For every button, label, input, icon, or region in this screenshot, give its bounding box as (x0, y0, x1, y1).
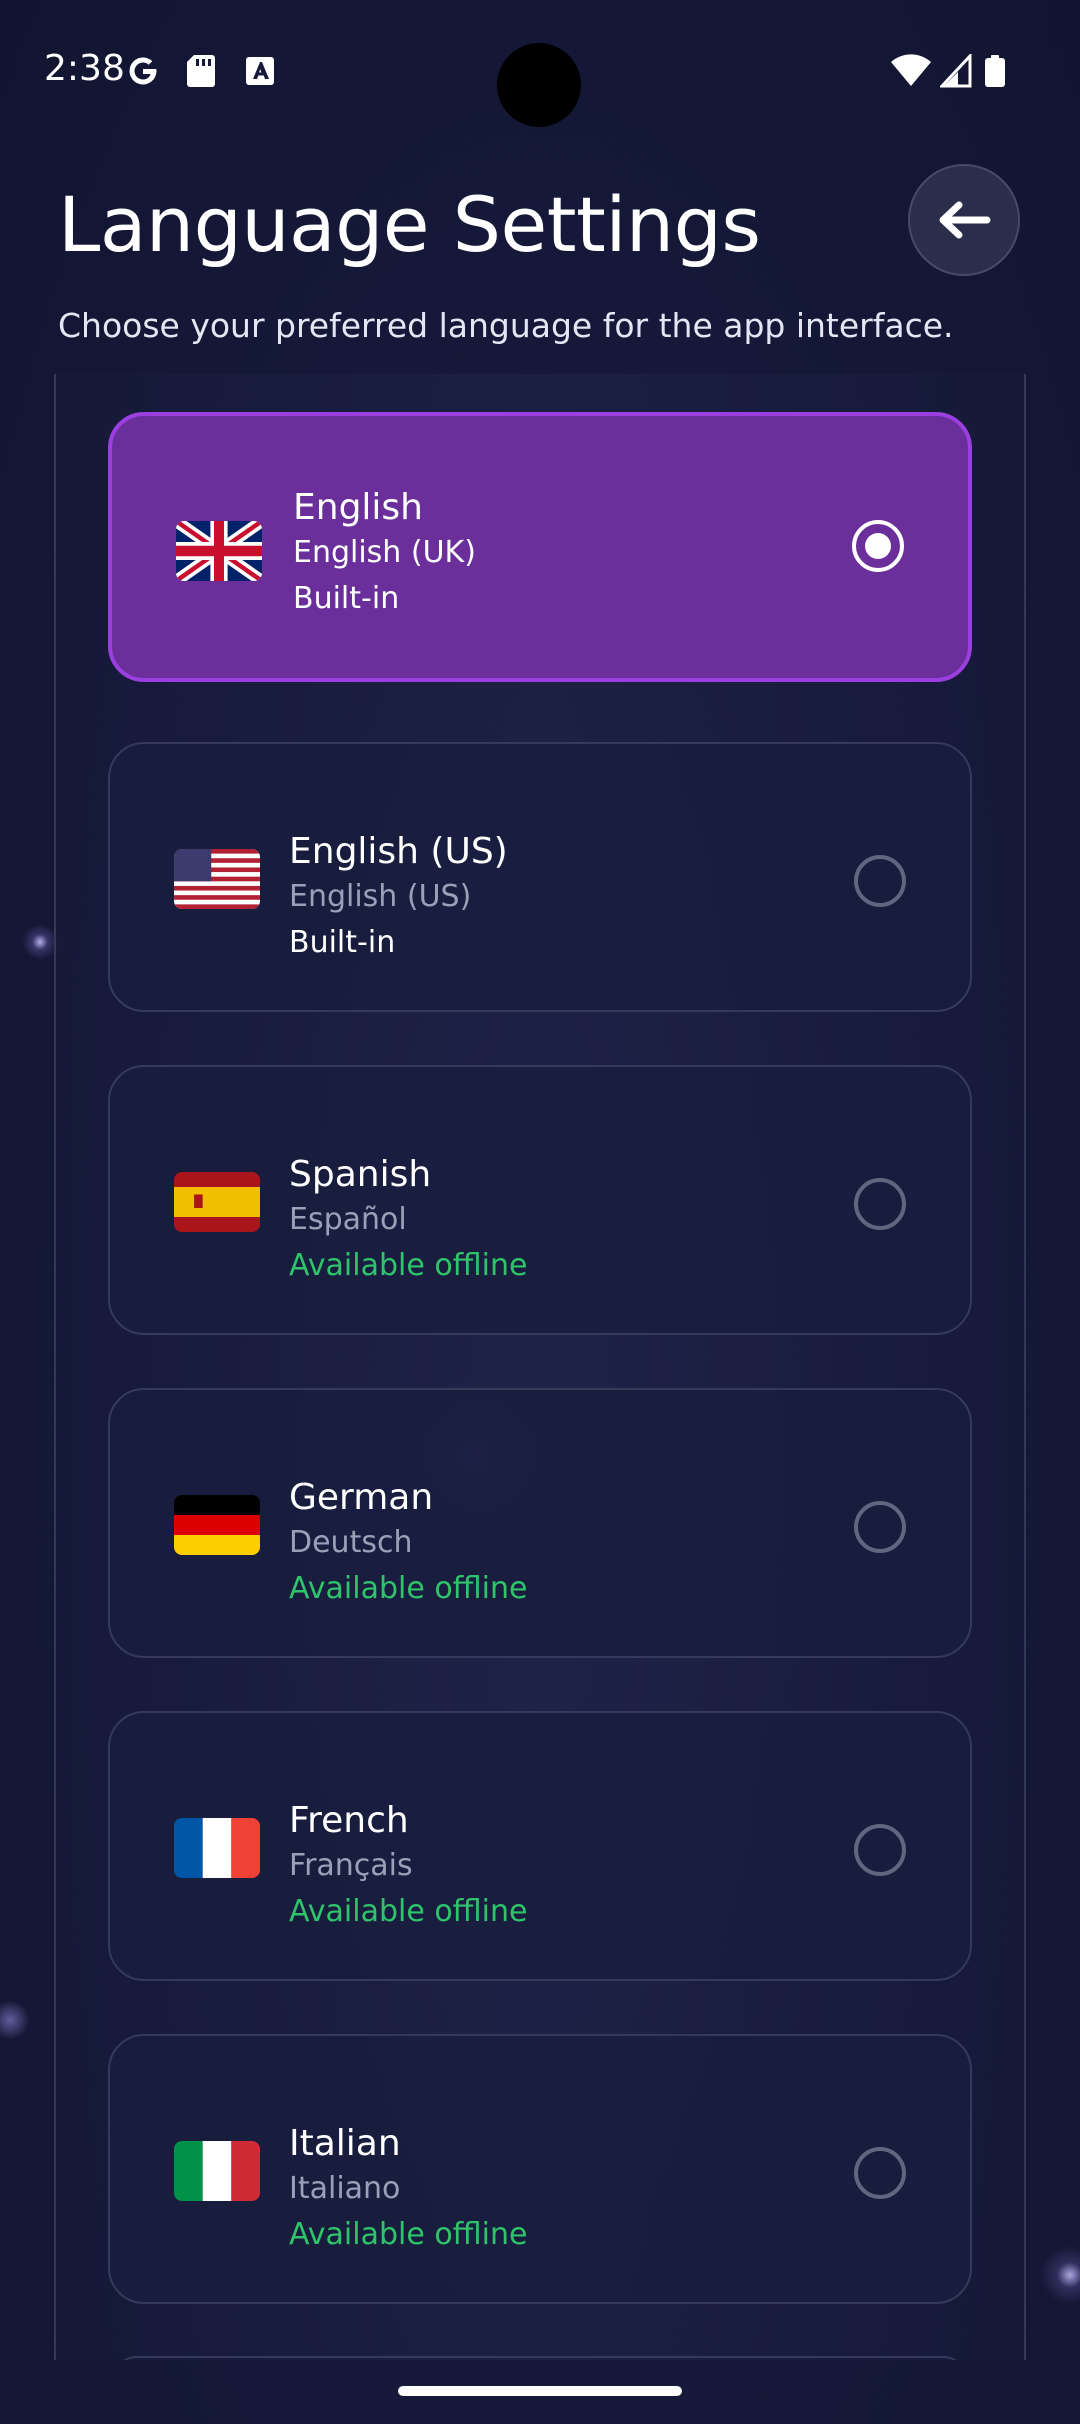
background-sparkle (22, 924, 58, 960)
us-flag-icon (174, 849, 260, 909)
language-option-english-uk[interactable]: English English (UK) Built-in (108, 412, 972, 682)
language-status: Available offline (289, 1248, 528, 1283)
language-option-english-us[interactable]: English (US) English (US) Built-in (108, 742, 972, 1012)
language-option-italian[interactable]: Italian Italiano Available offline (108, 2034, 972, 2304)
language-option-partial[interactable] (108, 2356, 972, 2360)
wifi-icon (891, 54, 931, 86)
language-status: Built-in (293, 581, 400, 616)
france-flag-icon (174, 1818, 260, 1878)
radio-button-selected[interactable] (852, 520, 904, 572)
germany-flag-icon (174, 1495, 260, 1555)
language-status: Built-in (289, 925, 396, 960)
font-download-icon (246, 57, 274, 85)
background-sparkle (0, 2000, 30, 2040)
language-native-name: English (US) (289, 879, 472, 914)
battery-icon (985, 55, 1005, 87)
language-option-french[interactable]: French Français Available offline (108, 1711, 972, 1981)
language-name: German (289, 1477, 434, 1518)
cell-signal-icon (940, 54, 972, 88)
language-option-german[interactable]: German Deutsch Available offline (108, 1388, 972, 1658)
background-sparkle (1040, 2245, 1080, 2305)
language-name: French (289, 1800, 409, 1841)
page-subtitle: Choose your preferred language for the a… (58, 306, 954, 345)
language-name: English (US) (289, 831, 508, 872)
home-indicator[interactable] (398, 2386, 682, 2396)
arrow-left-icon (939, 201, 991, 239)
uk-flag-icon (176, 521, 262, 581)
radio-button[interactable] (854, 855, 906, 907)
language-list[interactable]: English English (UK) Built-in English (U… (54, 374, 1026, 2360)
language-status: Available offline (289, 1571, 528, 1606)
language-native-name: Deutsch (289, 1525, 413, 1560)
radio-button[interactable] (854, 1178, 906, 1230)
radio-button[interactable] (854, 1824, 906, 1876)
language-native-name: Español (289, 1202, 407, 1237)
radio-button[interactable] (854, 1501, 906, 1553)
italy-flag-icon (174, 2141, 260, 2201)
language-status: Available offline (289, 1894, 528, 1929)
sd-card-icon (187, 55, 215, 87)
page-title: Language Settings (58, 180, 761, 269)
language-native-name: English (UK) (293, 535, 476, 570)
spain-flag-icon (174, 1172, 260, 1232)
radio-dot (865, 533, 891, 559)
language-name: English (293, 487, 423, 528)
google-icon (129, 57, 157, 85)
language-option-spanish[interactable]: Spanish Español Available offline (108, 1065, 972, 1335)
back-button[interactable] (908, 164, 1020, 276)
radio-button[interactable] (854, 2147, 906, 2199)
status-time: 2:38 (44, 48, 125, 89)
status-bar: 2:38 (0, 0, 1080, 140)
language-native-name: Français (289, 1848, 413, 1883)
language-name: Spanish (289, 1154, 432, 1195)
language-native-name: Italiano (289, 2171, 401, 2206)
language-name: Italian (289, 2123, 401, 2164)
language-status: Available offline (289, 2217, 528, 2252)
front-camera (497, 43, 581, 127)
